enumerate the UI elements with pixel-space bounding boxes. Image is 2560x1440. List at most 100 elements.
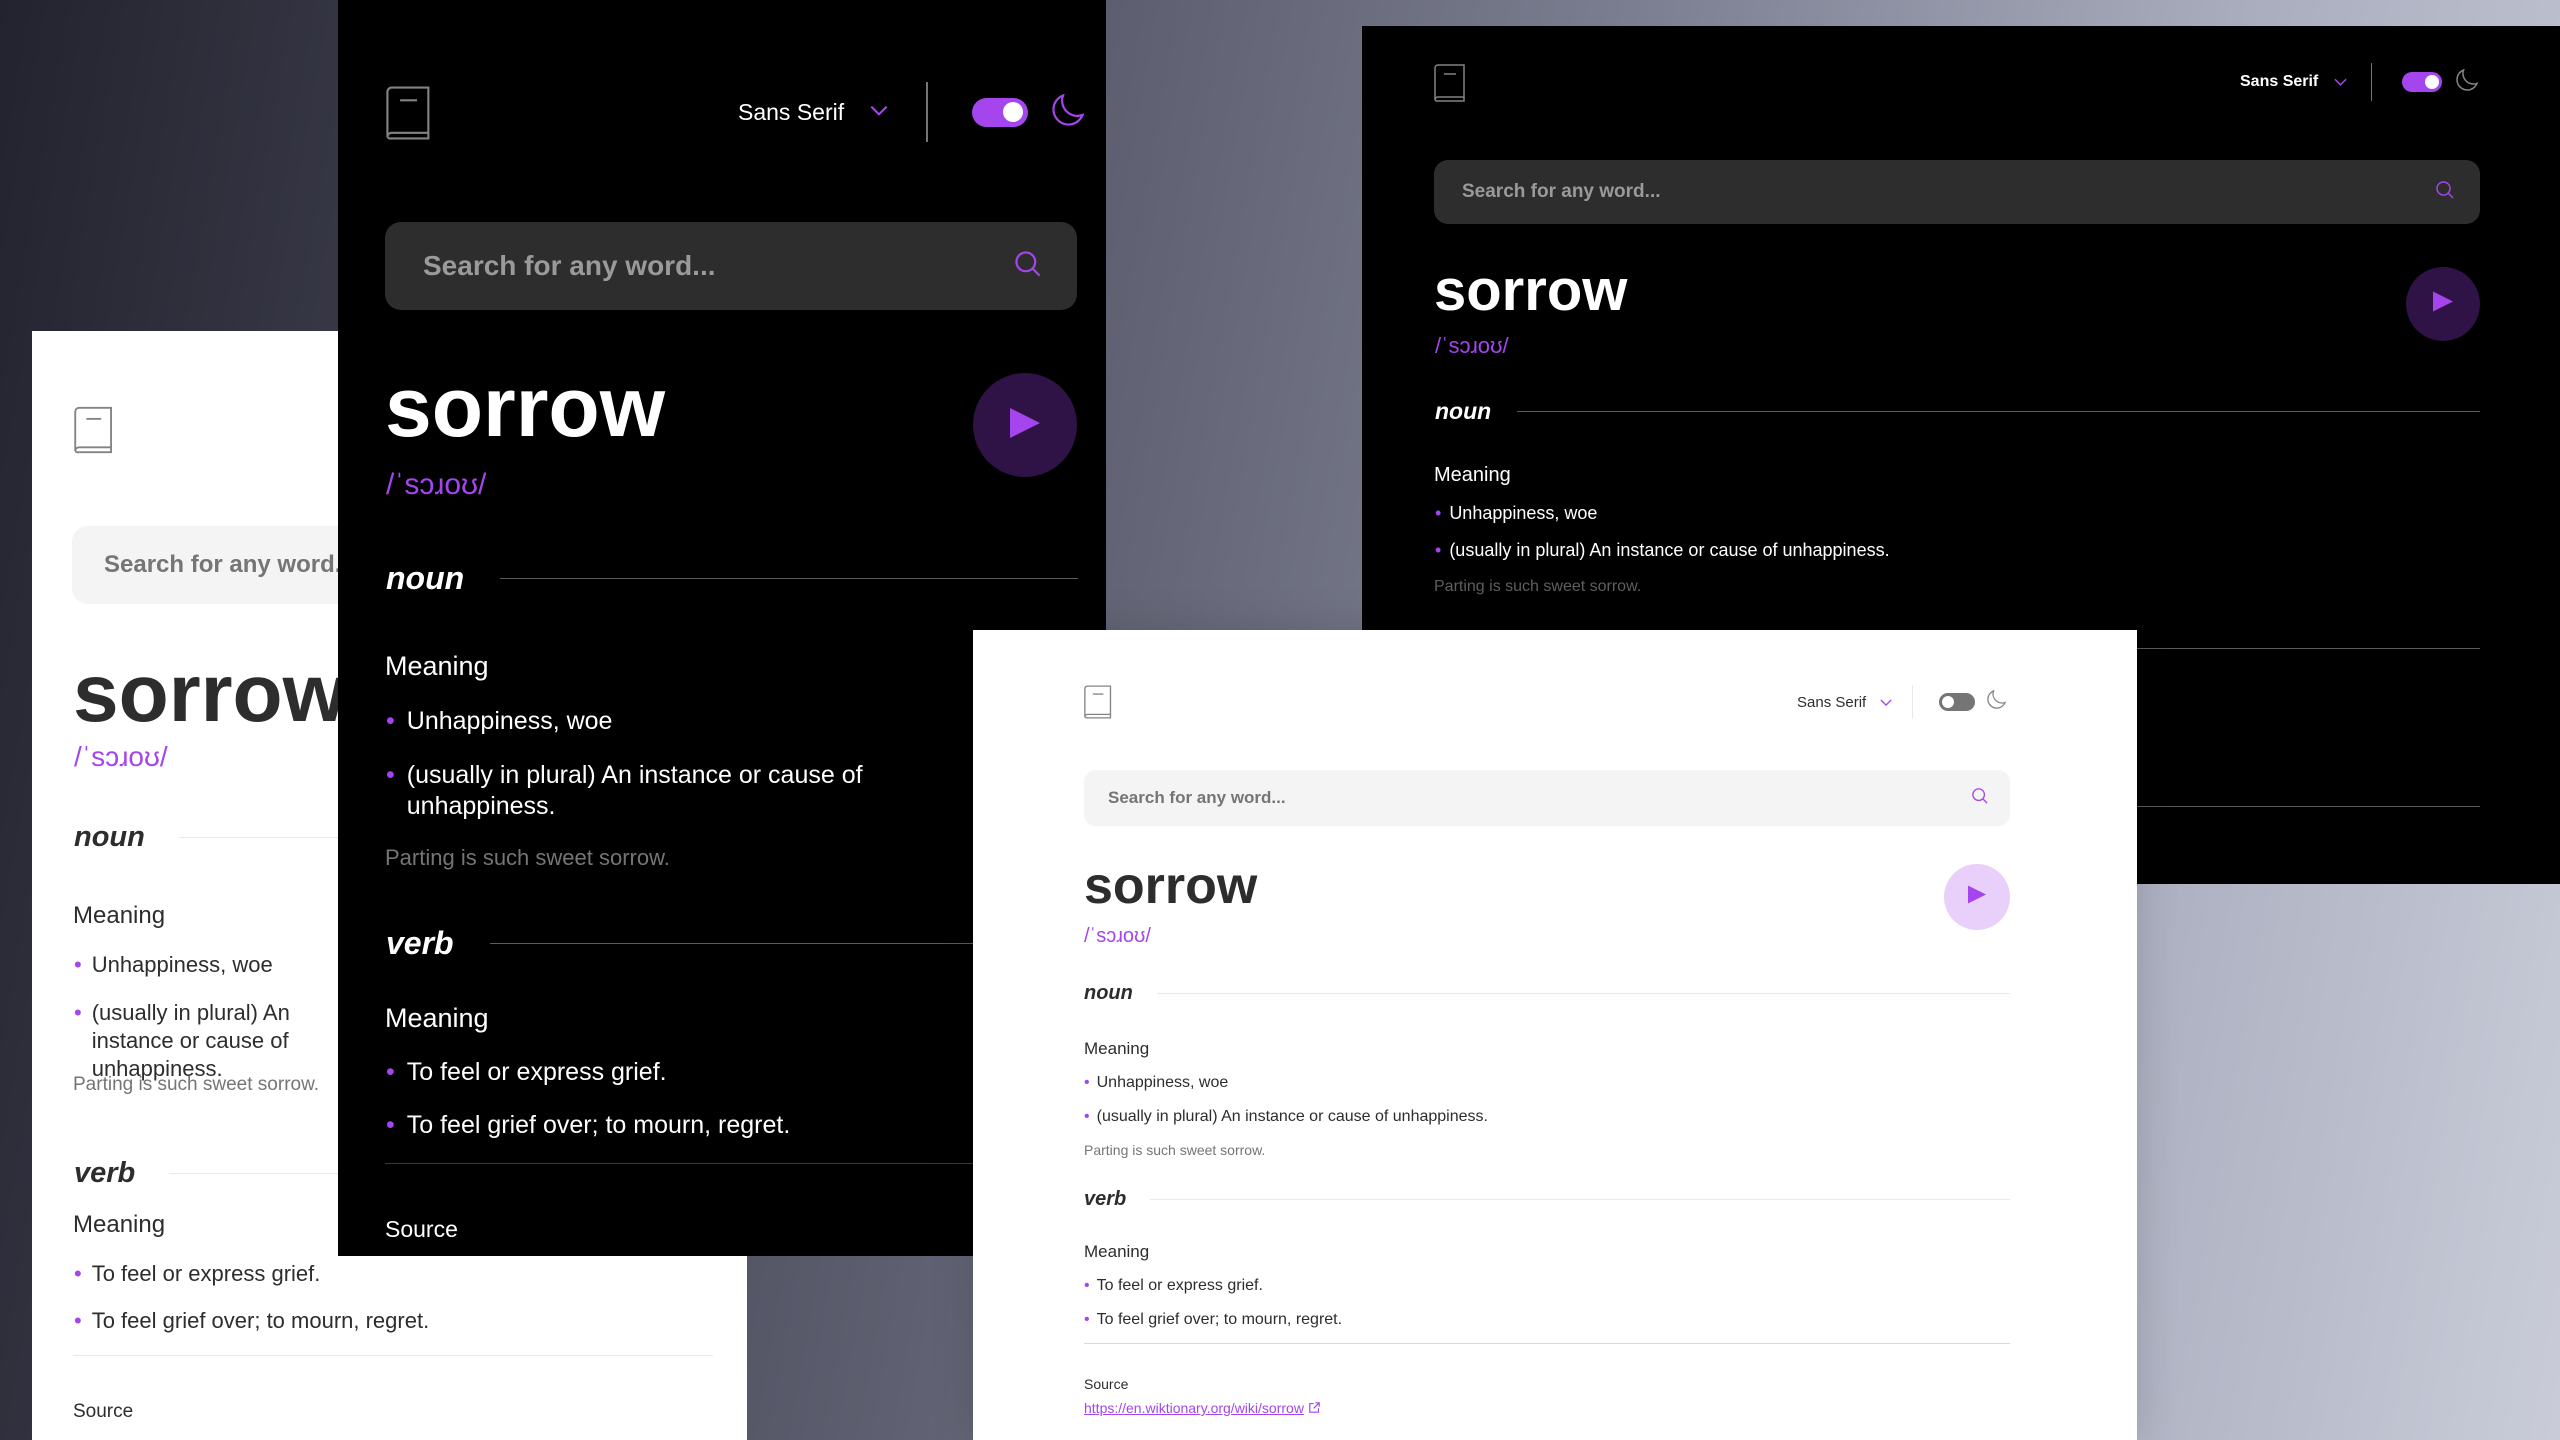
source-label: Source	[73, 1401, 134, 1422]
toggle-knob	[2425, 75, 2440, 89]
book-icon[interactable]	[1434, 64, 1468, 102]
definition-item: • (usually in plural) An instance or cau…	[1435, 540, 1890, 560]
font-selector[interactable]: Sans Serif	[2240, 73, 2347, 91]
header-divider	[1912, 685, 1914, 719]
search-icon[interactable]	[1015, 250, 1041, 282]
bullet-dot: •	[1084, 1108, 1090, 1125]
definition-item: • To feel or express grief.	[1084, 1277, 1263, 1294]
divider	[73, 1355, 713, 1356]
definition-item: • (usually in plural) An instance or cau…	[1084, 1108, 1488, 1125]
definition-item: • To feel or express grief.	[74, 1261, 321, 1286]
external-link-icon	[1309, 1400, 1320, 1416]
divider	[1156, 993, 2010, 994]
font-selector[interactable]: Sans Serif	[1797, 693, 1892, 711]
play-button[interactable]	[973, 373, 1077, 477]
definition-item: • (usually in plural) An instance or cau…	[386, 761, 863, 820]
definition-item: • To feel grief over; to mourn, regret.	[74, 1308, 430, 1333]
definition-item: • (usually in plural) An instance or cau…	[74, 1000, 290, 1081]
part-of-speech-verb: verb	[1084, 1188, 1127, 1210]
meaning-heading: Meaning	[1084, 1039, 1150, 1058]
search-bar	[1084, 770, 2010, 826]
noun-section-header: noun	[1435, 398, 2480, 425]
header-divider	[2371, 63, 2373, 101]
bullet-dot: •	[386, 707, 395, 735]
part-of-speech-verb: verb	[386, 925, 454, 961]
light-theme-panel-desktop: Sans Serif sorrow /ˈsɔɹoʊ/ noun Meaning …	[973, 630, 2137, 1440]
book-icon[interactable]	[74, 406, 116, 454]
chevron-down-icon	[1880, 693, 1892, 711]
toggle-knob	[1003, 102, 1024, 122]
meaning-heading: Meaning	[385, 1003, 489, 1033]
meaning-heading: Meaning	[73, 902, 166, 929]
definition-item: • Unhappiness, woe	[1084, 1074, 1229, 1091]
definition-item: • Unhappiness, woe	[386, 707, 613, 735]
font-selector-label: Sans Serif	[1797, 693, 1867, 711]
meaning-heading: Meaning	[73, 1211, 166, 1238]
search-icon[interactable]	[2436, 180, 2454, 204]
search-input[interactable]	[1460, 180, 2309, 204]
play-icon	[2433, 291, 2453, 317]
word-title: sorrow	[1084, 857, 1258, 915]
part-of-speech-noun: noun	[74, 821, 145, 853]
source-link[interactable]: https://en.wiktionary.org/wiki/sorrow	[1084, 1400, 1320, 1416]
book-icon[interactable]	[386, 86, 434, 140]
search-input[interactable]	[1106, 787, 1860, 809]
bullet-dot: •	[74, 1261, 82, 1286]
definition-item: • Unhappiness, woe	[1435, 503, 1598, 523]
play-button[interactable]	[2406, 267, 2480, 341]
word-title: sorrow	[73, 648, 347, 739]
search-icon[interactable]	[1972, 787, 1988, 809]
bullet-dot: •	[1435, 540, 1442, 560]
verb-section-header: verb	[1084, 1188, 2010, 1211]
theme-toggle[interactable]	[972, 97, 1029, 127]
search-bar	[385, 222, 1077, 310]
phonetic: /ˈsɔɹoʊ/	[1084, 925, 1151, 947]
divider	[1084, 1343, 2010, 1344]
divider	[1150, 1199, 2010, 1200]
phonetic: /ˈsɔɹoʊ/	[74, 741, 168, 772]
definition-item: • To feel grief over; to mourn, regret.	[386, 1111, 791, 1139]
moon-icon	[2456, 68, 2479, 96]
bullet-dot: •	[74, 952, 82, 977]
bullet-dot: •	[74, 1000, 82, 1025]
phonetic: /ˈsɔɹoʊ/	[1435, 333, 1509, 358]
divider	[500, 578, 1078, 579]
bullet-dot: •	[386, 1058, 395, 1086]
search-bar	[1434, 160, 2480, 224]
search-input[interactable]	[421, 249, 952, 283]
play-icon	[1010, 407, 1040, 444]
usage-example: Parting is such sweet sorrow.	[73, 1074, 320, 1095]
theme-toggle[interactable]	[1939, 693, 1976, 711]
bullet-dot: •	[1435, 503, 1442, 523]
chevron-down-icon	[870, 103, 888, 121]
usage-example: Parting is such sweet sorrow.	[1084, 1142, 1266, 1158]
play-button[interactable]	[1944, 864, 2010, 930]
noun-section-header: noun	[1084, 982, 2010, 1005]
bullet-dot: •	[386, 1111, 395, 1139]
play-icon	[1968, 885, 1986, 909]
moon-icon	[1987, 689, 2007, 714]
theme-toggle[interactable]	[2402, 72, 2443, 92]
source-label: Source	[1084, 1376, 1129, 1392]
bullet-dot: •	[1084, 1074, 1090, 1091]
toggle-knob	[1942, 696, 1955, 708]
part-of-speech-noun: noun	[1435, 398, 1492, 424]
noun-section-header: noun	[386, 560, 1078, 597]
bullet-dot: •	[386, 761, 395, 789]
bullet-dot: •	[1084, 1311, 1090, 1328]
usage-example: Parting is such sweet sorrow.	[385, 845, 670, 870]
word-title: sorrow	[385, 360, 666, 454]
font-selector-label: Sans Serif	[2240, 73, 2319, 90]
part-of-speech-noun: noun	[386, 560, 465, 596]
usage-example: Parting is such sweet sorrow.	[1434, 578, 1642, 595]
source-label: Source	[385, 1216, 458, 1242]
definition-item: • To feel grief over; to mourn, regret.	[1084, 1311, 1343, 1328]
phonetic: /ˈsɔɹoʊ/	[386, 468, 487, 501]
part-of-speech-noun: noun	[1084, 982, 1133, 1004]
font-selector-label: Sans Serif	[738, 98, 845, 125]
part-of-speech-verb: verb	[74, 1157, 136, 1189]
meaning-heading: Meaning	[385, 651, 489, 681]
font-selector[interactable]: Sans Serif	[738, 99, 888, 126]
book-icon[interactable]	[1084, 685, 1114, 719]
meaning-heading: Meaning	[1434, 464, 1511, 486]
